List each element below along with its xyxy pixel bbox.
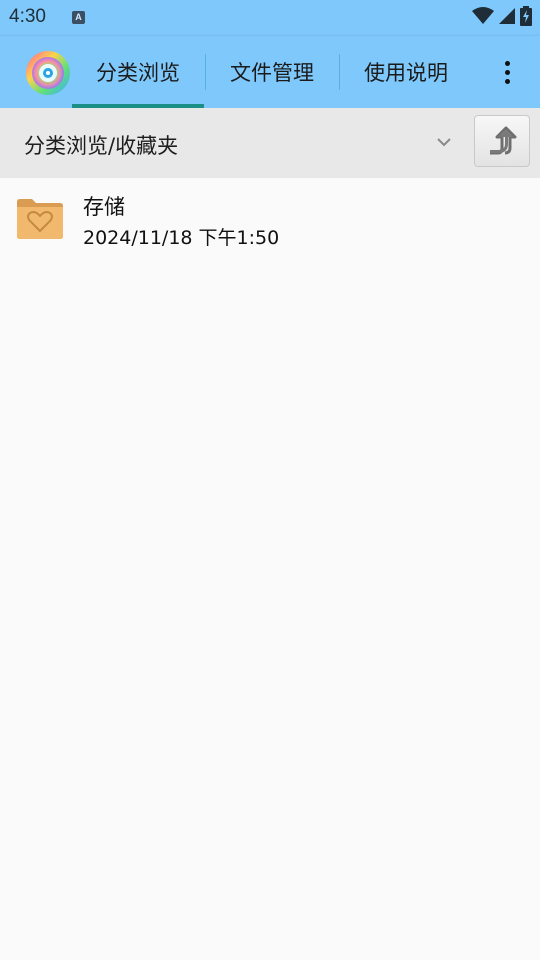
tab-category-browse[interactable]: 分类浏览	[72, 36, 204, 108]
tab-label: 使用说明	[364, 61, 448, 85]
up-directory-button[interactable]	[474, 115, 530, 167]
file-name: 存储	[83, 195, 125, 219]
tab-label: 文件管理	[230, 61, 314, 85]
wifi-icon	[472, 7, 494, 24]
status-time: 4:30	[9, 6, 46, 27]
signal-icon	[499, 8, 515, 24]
battery-charging-icon	[520, 6, 532, 26]
path-bar: 分类浏览/收藏夹	[0, 108, 540, 178]
tab-file-manager[interactable]: 文件管理	[206, 36, 338, 108]
file-date: 2024/11/18 下午1:50	[83, 227, 280, 249]
tab-label: 分类浏览	[96, 61, 180, 85]
current-path[interactable]: 分类浏览/收藏夹	[24, 130, 178, 160]
favorite-folder-icon	[17, 199, 63, 239]
status-bar: 4:30 A	[0, 0, 540, 36]
app-bar: 分类浏览 文件管理 使用说明	[0, 36, 540, 108]
chevron-down-icon[interactable]	[436, 136, 452, 148]
notification-a-icon: A	[72, 11, 85, 24]
status-icons	[468, 6, 532, 26]
tab-instructions[interactable]: 使用说明	[340, 36, 472, 108]
more-vert-icon[interactable]	[494, 54, 520, 90]
up-arrow-icon	[490, 126, 517, 155]
app-logo-icon[interactable]	[25, 50, 71, 96]
list-item[interactable]: 存储 2024/11/18 下午1:50	[0, 178, 540, 254]
